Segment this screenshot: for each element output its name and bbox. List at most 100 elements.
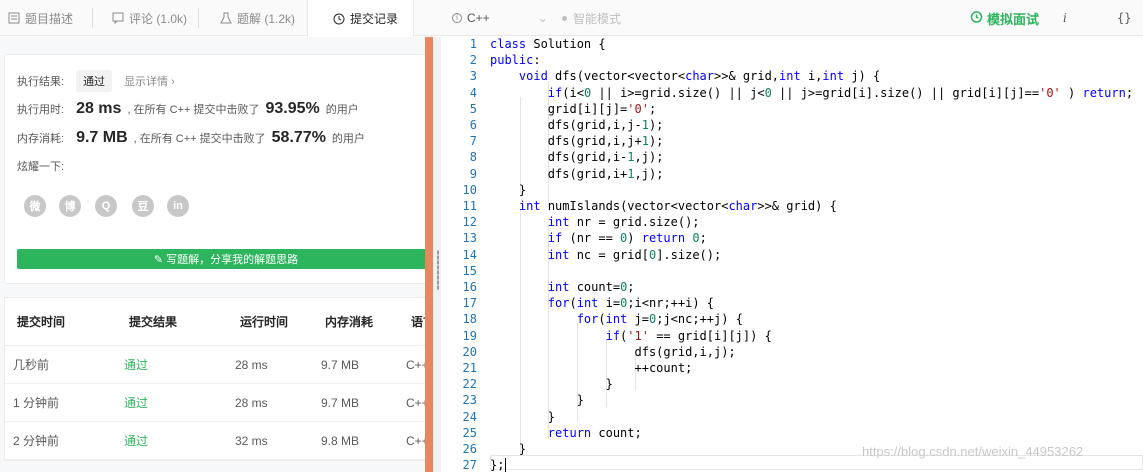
code-line[interactable]: } bbox=[490, 410, 555, 424]
code-line[interactable]: dfs(grid,i-1,j); bbox=[490, 150, 664, 164]
code-line[interactable]: } bbox=[490, 183, 526, 197]
header-language[interactable]: 语言 bbox=[411, 313, 425, 330]
row-time: 2 分钟前 bbox=[13, 434, 60, 448]
drag-grip-icon[interactable] bbox=[437, 250, 439, 290]
tab-submissions[interactable]: 提交记录 bbox=[307, 0, 414, 37]
header-runtime[interactable]: 运行时间 bbox=[240, 313, 288, 330]
row-memory: 9.8 MB bbox=[321, 433, 360, 448]
info-icon[interactable]: i bbox=[1063, 0, 1067, 36]
code-line[interactable]: ++count; bbox=[490, 361, 692, 375]
qq-icon[interactable]: Q bbox=[95, 195, 117, 217]
runtime-text: , 在所有 C++ 提交中击败了 bbox=[127, 104, 260, 116]
line-number: 3 bbox=[469, 69, 477, 84]
line-number: 4 bbox=[469, 85, 477, 100]
line-number: 26 bbox=[462, 442, 477, 456]
row-result[interactable]: 通过 bbox=[124, 432, 148, 449]
tab-solutions[interactable]: 题解 (1.2k) bbox=[220, 0, 295, 36]
row-runtime: 28 ms bbox=[235, 357, 268, 372]
language-label: C++ bbox=[467, 11, 490, 25]
code-line[interactable]: int count=0; bbox=[490, 280, 635, 294]
status-label: 执行结果: bbox=[17, 76, 65, 88]
line-number: 23 bbox=[462, 393, 477, 408]
line-number: 25 bbox=[462, 425, 477, 440]
line-number: 8 bbox=[469, 150, 477, 165]
code-line[interactable]: grid[i][j]='0'; bbox=[490, 102, 656, 116]
runtime-value: 28 ms bbox=[76, 100, 122, 117]
line-number: 5 bbox=[469, 101, 477, 116]
watermark: https://blog.csdn.net/weixin_44953262 bbox=[862, 444, 1084, 459]
douban-icon[interactable]: 豆 bbox=[132, 195, 154, 217]
code-line[interactable]: }; bbox=[490, 458, 507, 472]
smart-mode-label: 智能模式 bbox=[573, 11, 622, 26]
mock-interview-button[interactable]: 模拟面试 bbox=[970, 0, 1039, 36]
smart-mode-toggle[interactable]: 智能模式 bbox=[562, 0, 621, 36]
code-line[interactable]: return count; bbox=[490, 426, 642, 440]
code-line[interactable]: for(int i=0;i<nr;++i) { bbox=[490, 296, 714, 310]
row-result[interactable]: 通过 bbox=[124, 356, 148, 373]
memory-suffix: 的用户 bbox=[331, 133, 365, 145]
tab-separator bbox=[92, 8, 93, 28]
header-submit-time[interactable]: 提交时间 bbox=[17, 313, 65, 330]
tab-comments[interactable]: 评论 (1.0k) bbox=[112, 0, 187, 36]
weibo-icon[interactable]: 博 bbox=[59, 195, 81, 217]
header-memory[interactable]: 内存消耗 bbox=[325, 313, 373, 330]
row-time: 几秒前 bbox=[13, 358, 50, 372]
runtime-label: 执行用时: bbox=[17, 104, 65, 116]
memory-percent: 58.77% bbox=[271, 129, 326, 146]
comment-icon bbox=[112, 12, 124, 25]
code-line[interactable]: void dfs(vector<vector<char>>& grid,int … bbox=[490, 69, 880, 83]
table-row[interactable]: 1 分钟前 通过 28 ms 9.7 MB C++ bbox=[5, 384, 425, 422]
code-line[interactable]: } bbox=[490, 442, 526, 456]
share-label: 炫耀一下: bbox=[17, 161, 65, 173]
row-memory: 9.7 MB bbox=[321, 357, 360, 372]
line-number: 18 bbox=[462, 312, 477, 327]
row-language: C++ bbox=[406, 357, 425, 372]
code-line[interactable]: int numIslands(vector<vector<char>>& gri… bbox=[490, 199, 837, 213]
header-result[interactable]: 提交结果 bbox=[129, 313, 177, 330]
code-line[interactable]: if (nr == 0) return 0; bbox=[490, 231, 707, 245]
code-line[interactable]: public: bbox=[490, 53, 541, 67]
line-number: 6 bbox=[469, 118, 477, 132]
code-line[interactable]: } bbox=[490, 393, 584, 407]
code-line[interactable]: class Solution { bbox=[490, 37, 606, 51]
wechat-icon[interactable]: 微 bbox=[24, 195, 46, 217]
braces-icon[interactable]: {} bbox=[1117, 0, 1131, 36]
runtime-percent: 93.95% bbox=[265, 100, 320, 117]
line-number: 15 bbox=[462, 263, 477, 278]
code-line[interactable]: dfs(grid,i,j+1); bbox=[490, 134, 664, 148]
line-number: 24 bbox=[462, 409, 477, 424]
code-editor[interactable]: 1 class Solution {2 public: 3 void dfs(vect… bbox=[441, 37, 1143, 472]
code-line[interactable]: dfs(grid,i,j); bbox=[490, 345, 735, 359]
line-number: 22 bbox=[462, 377, 477, 392]
linkedin-icon[interactable]: in bbox=[167, 195, 189, 217]
tab-separator bbox=[198, 8, 199, 28]
show-details-link[interactable]: 显示详情 › bbox=[124, 73, 175, 89]
line-number: 27 bbox=[462, 458, 477, 472]
row-runtime: 28 ms bbox=[235, 395, 268, 410]
scroll-indicator[interactable] bbox=[425, 37, 433, 472]
row-result[interactable]: 通过 bbox=[124, 394, 148, 411]
status-badge: 通过 bbox=[76, 70, 113, 92]
table-row[interactable]: 2 分钟前 通过 32 ms 9.8 MB C++ bbox=[5, 422, 425, 460]
table-row[interactable]: 几秒前 通过 28 ms 9.7 MB C++ bbox=[5, 346, 425, 384]
code-line[interactable]: int nr = grid.size(); bbox=[490, 215, 700, 229]
code-line[interactable]: for(int j=0;j<nc;++j) { bbox=[490, 312, 743, 326]
row-time: 1 分钟前 bbox=[13, 396, 60, 410]
code-line[interactable]: dfs(grid,i,j-1); bbox=[490, 118, 664, 132]
line-number: 16 bbox=[462, 280, 477, 294]
runtime-suffix: 的用户 bbox=[325, 104, 359, 116]
language-select[interactable]: i C++ ⌄ bbox=[452, 0, 548, 36]
alarm-clock-icon bbox=[970, 10, 983, 26]
code-line[interactable]: if(i<0 || i>=grid.size() || j<0 || j>=gr… bbox=[490, 86, 1133, 100]
memory-row: 内存消耗: 9.7 MB , 在所有 C++ 提交中击败了 58.77% 的用户 bbox=[17, 129, 365, 147]
tab-description[interactable]: 题目描述 bbox=[8, 0, 73, 36]
code-line[interactable]: if('1' == grid[i][j]) { bbox=[490, 329, 772, 343]
code-line[interactable]: int nc = grid[0].size(); bbox=[490, 248, 721, 262]
line-number: 14 bbox=[462, 247, 477, 262]
code-line[interactable]: dfs(grid,i+1,j); bbox=[490, 167, 664, 181]
code-line[interactable]: } bbox=[490, 377, 613, 391]
clock-icon bbox=[333, 13, 345, 25]
write-solution-button[interactable]: ✎ 写题解，分享我的解题思路 bbox=[17, 249, 425, 269]
row-memory: 9.7 MB bbox=[321, 395, 360, 410]
flask-icon bbox=[220, 12, 232, 24]
